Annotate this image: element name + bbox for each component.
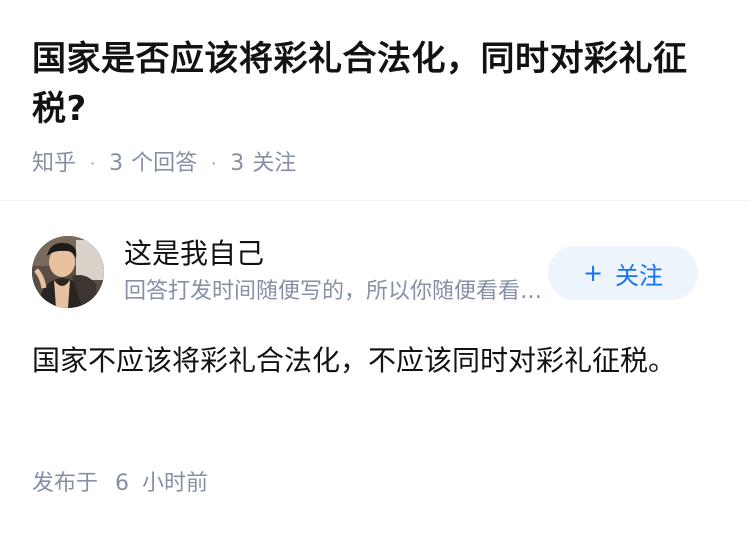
plus-icon: + (582, 259, 604, 287)
author-name[interactable]: 这是我自己 (124, 236, 544, 272)
question-meta: 知乎 · 3 个回答 · 3 关注 (32, 148, 722, 180)
avatar[interactable] (32, 236, 104, 308)
publish-time-unit: 小时前 (142, 471, 209, 496)
publish-time-num: 6 (115, 471, 130, 496)
avatar-photo-icon (32, 236, 104, 308)
meta-separator: · (211, 154, 217, 173)
follower-count-label: 关注 (252, 151, 297, 176)
follow-button[interactable]: + 关注 (548, 246, 698, 300)
author-info: 这是我自己 回答打发时间随便写的，所以你随便看看就好 + 关注 (32, 236, 718, 310)
question-header: 国家是否应该将彩礼合法化，同时对彩礼征税? 知乎 · 3 个回答 · 3 关注 (32, 34, 722, 180)
answer-count-label[interactable]: 个回答 (131, 148, 197, 180)
answer-count: 3 (109, 151, 124, 176)
question-title[interactable]: 国家是否应该将彩礼合法化，同时对彩礼征税? (32, 34, 722, 134)
section-divider (0, 200, 750, 201)
follow-label: 关注 (615, 261, 664, 290)
author-bio: 回答打发时间随便写的，所以你随便看看就好 (124, 279, 544, 304)
source-label[interactable]: 知乎 (32, 148, 76, 180)
meta-separator: · (90, 154, 96, 173)
publish-time: 发布于 6 小时前 (32, 468, 208, 500)
follower-count: 3 (230, 151, 245, 176)
answer-content[interactable]: 国家不应该将彩礼合法化，不应该同时对彩礼征税。 (32, 338, 682, 384)
publish-time-prefix: 发布于 (32, 471, 99, 496)
author-text: 这是我自己 回答打发时间随便写的，所以你随便看看就好 (124, 236, 544, 308)
